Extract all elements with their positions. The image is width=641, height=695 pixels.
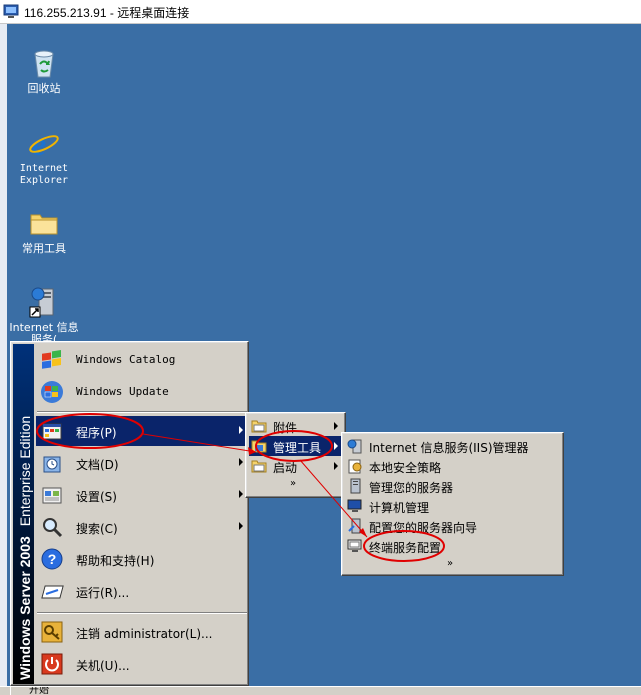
configure-server-icon xyxy=(348,518,361,534)
iis-shortcut-icon xyxy=(29,287,54,318)
menu-separator xyxy=(37,612,247,614)
svg-text:?: ? xyxy=(48,551,57,567)
submenu-item-label: 附件 xyxy=(273,421,298,435)
expand-chevron-icon[interactable]: » xyxy=(290,478,296,489)
internet-explorer-icon: e xyxy=(29,126,59,160)
search-icon xyxy=(43,518,63,538)
banner-edition: Enterprise Edition xyxy=(17,415,33,527)
menu-item-label: 注销 administrator(L)... xyxy=(76,627,213,641)
submenu-item-label: 配置您的服务器向导 xyxy=(369,521,478,535)
submenu-item-label: 计算机管理 xyxy=(369,501,430,515)
submenu-arrow-icon xyxy=(239,522,243,530)
menu-item-settings[interactable]: 设置(S) xyxy=(36,480,247,510)
windows-catalog-icon xyxy=(42,350,61,369)
start-menu: Windows Server 2003 Enterprise Edition W… xyxy=(10,341,249,686)
folder-icon xyxy=(251,460,267,473)
expand-chevron-icon[interactable]: » xyxy=(447,558,453,569)
menu-item-label: Windows Catalog xyxy=(76,353,176,366)
menu-item-label: 文档(D) xyxy=(76,458,119,472)
security-policy-icon xyxy=(348,459,362,474)
desktop-icon-recycle-bin[interactable]: 回收站 xyxy=(9,46,79,95)
programs-icon xyxy=(42,423,62,440)
logoff-icon xyxy=(41,621,63,643)
submenu-item-admin-tools[interactable]: 管理工具 xyxy=(249,436,342,456)
programs-submenu: 附件 管理工具 启动 » xyxy=(245,412,346,498)
submenu-item-label: 启动 xyxy=(273,461,298,475)
menu-item-help-support[interactable]: ? 帮助和支持(H) xyxy=(36,544,247,574)
computer-management-icon xyxy=(347,499,362,512)
window-title: 116.255.213.91 - 远程桌面连接 xyxy=(24,6,190,20)
documents-icon xyxy=(43,456,61,473)
submenu-item-iis-manager[interactable]: Internet 信息服务(IIS)管理器 xyxy=(345,436,560,456)
menu-item-label: 设置(S) xyxy=(76,490,117,504)
run-icon xyxy=(41,585,64,599)
menu-separator xyxy=(37,411,247,413)
submenu-item-accessories[interactable]: 附件 xyxy=(249,416,342,436)
start-menu-banner-text: Windows Server 2003 Enterprise Edition xyxy=(17,350,33,680)
submenu-item-startup[interactable]: 启动 xyxy=(249,456,342,476)
menu-item-logoff[interactable]: 注销 administrator(L)... xyxy=(36,617,247,647)
recycle-bin-icon xyxy=(34,50,54,78)
desktop-icon-label: Internet Explorer xyxy=(19,163,69,186)
remote-desktop-icon xyxy=(3,4,19,18)
desktop-icon-common-tools[interactable]: 常用工具 xyxy=(9,206,79,255)
iis-manager-icon xyxy=(347,439,362,454)
folder-icon xyxy=(30,214,58,235)
submenu-item-manage-server[interactable]: 管理您的服务器 xyxy=(345,476,560,496)
submenu-item-configure-server-wizard[interactable]: 配置您的服务器向导 xyxy=(345,516,560,536)
folder-icon xyxy=(251,440,267,453)
menu-item-label: 帮助和支持(H) xyxy=(76,554,155,568)
menu-item-search[interactable]: 搜索(C) xyxy=(36,512,247,542)
submenu-item-label: 管理您的服务器 xyxy=(369,481,454,495)
menu-item-shutdown[interactable]: 关机(U)... xyxy=(36,649,247,679)
submenu-item-terminal-services-config[interactable]: 终端服务配置 xyxy=(345,536,560,556)
submenu-item-label: 终端服务配置 xyxy=(369,541,442,555)
desktop-icon-internet-explorer[interactable]: e Internet Explorer xyxy=(9,126,79,187)
submenu-arrow-icon xyxy=(239,458,243,466)
menu-item-label: 搜索(C) xyxy=(76,522,118,536)
menu-item-windows-catalog[interactable]: Windows Catalog xyxy=(36,345,247,375)
submenu-item-label: 管理工具 xyxy=(273,441,322,455)
help-icon: ? xyxy=(41,548,63,570)
menu-item-label: 关机(U)... xyxy=(76,659,130,673)
windows-update-icon xyxy=(41,381,63,403)
desktop-icon-label: 常用工具 xyxy=(22,242,66,255)
menu-item-windows-update[interactable]: Windows Update xyxy=(36,377,247,407)
menu-item-label: Windows Update xyxy=(76,385,169,398)
manage-server-icon xyxy=(350,478,361,494)
menu-item-programs[interactable]: 程序(P) xyxy=(36,416,247,446)
shutdown-icon xyxy=(41,653,63,675)
desktop-icon-label: Internet 信息服务( xyxy=(9,321,79,342)
folder-icon xyxy=(251,420,267,433)
window-frame xyxy=(0,24,7,694)
menu-item-run[interactable]: 运行(R)... xyxy=(36,576,247,606)
submenu-item-label: Internet 信息服务(IIS)管理器 xyxy=(369,441,529,455)
submenu-item-label: 本地安全策略 xyxy=(369,461,442,475)
submenu-arrow-icon xyxy=(334,442,338,450)
menu-item-label: 运行(R)... xyxy=(76,586,130,600)
submenu-item-local-security-policy[interactable]: 本地安全策略 xyxy=(345,456,560,476)
submenu-arrow-icon xyxy=(239,426,243,434)
remote-desktop-titlebar[interactable]: 116.255.213.91 - 远程桌面连接 xyxy=(0,0,641,24)
start-menu-banner: Windows Server 2003 Enterprise Edition xyxy=(13,344,34,684)
banner-brand: Windows Server 2003 xyxy=(17,536,33,680)
menu-item-label: 程序(P) xyxy=(76,426,117,440)
submenu-arrow-icon xyxy=(334,422,338,430)
terminal-services-icon xyxy=(347,539,362,552)
menu-item-documents[interactable]: 文档(D) xyxy=(36,448,247,478)
settings-icon xyxy=(42,487,62,504)
submenu-arrow-icon xyxy=(239,490,243,498)
desktop-icon-label: 回收站 xyxy=(27,82,61,95)
submenu-item-computer-management[interactable]: 计算机管理 xyxy=(345,496,560,516)
submenu-arrow-icon xyxy=(334,462,338,470)
admin-tools-submenu: Internet 信息服务(IIS)管理器 本地安全策略 管理您的服务器 计算机… xyxy=(341,432,564,576)
desktop-icon-iis-shortcut[interactable]: Internet 信息服务( xyxy=(9,285,79,341)
